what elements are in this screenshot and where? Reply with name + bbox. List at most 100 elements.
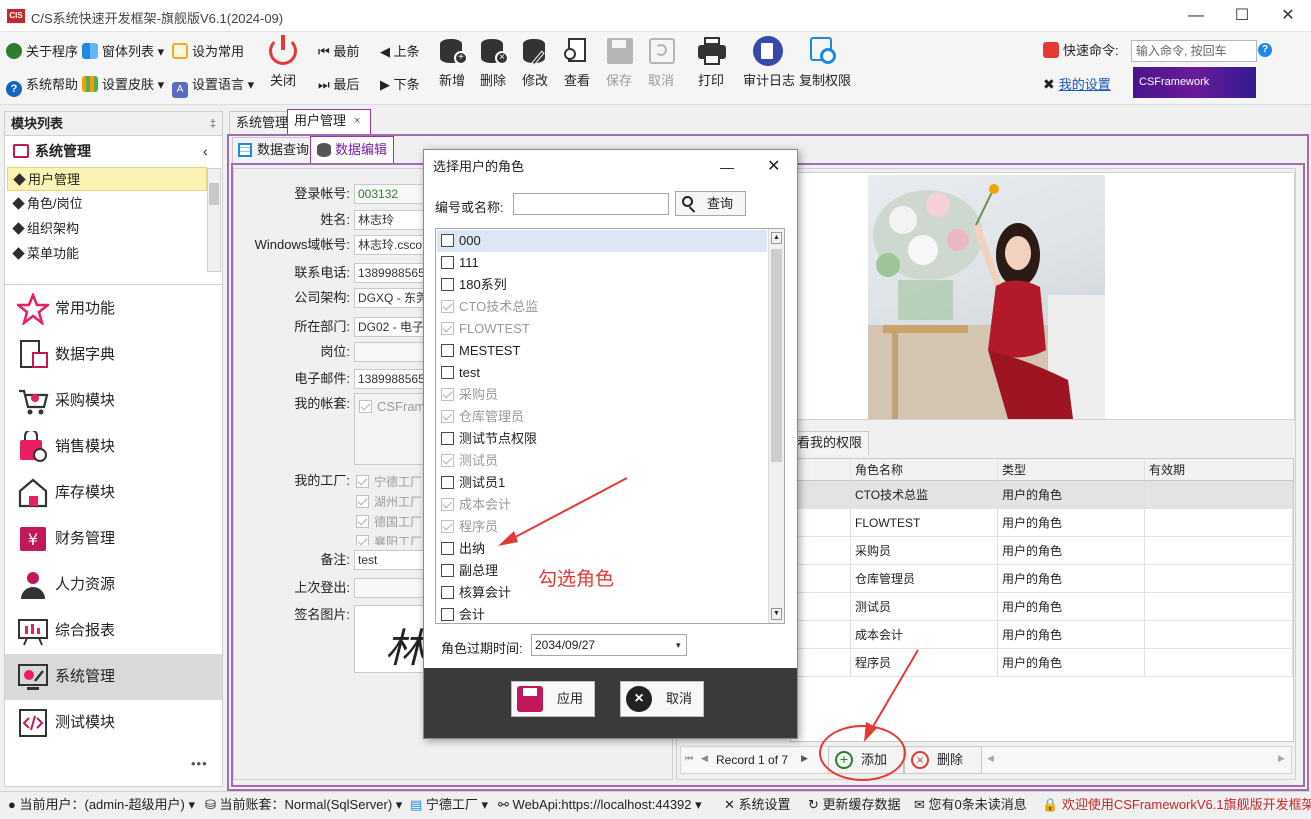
status-refresh[interactable]: ↻ 更新缓存数据 <box>808 792 901 818</box>
dropdown-icon[interactable]: ▾ <box>676 635 681 655</box>
company-field[interactable]: DGXQ - 东莞 <box>354 288 434 308</box>
nav-test[interactable]: 测试模块 <box>5 700 222 746</box>
scroll-thumb[interactable] <box>771 249 782 462</box>
domain-field[interactable]: 林志玲.csco <box>354 235 434 255</box>
first-record-button[interactable]: ⏮ 最前 <box>318 42 359 62</box>
close-form-button[interactable]: 关闭 <box>262 35 304 94</box>
next-record-button[interactable]: ▶ 下条 <box>380 75 420 95</box>
maximize-button[interactable]: ☐ <box>1219 0 1265 32</box>
skin-button[interactable]: 设置皮肤 ▾ <box>82 75 164 95</box>
quick-command-input[interactable]: 输入命令, 按回车 <box>1131 40 1257 62</box>
status-factory[interactable]: ▤ 宁德工厂 ▾ <box>410 792 488 818</box>
column-type[interactable]: 类型 <box>998 459 1145 480</box>
scroll-right-icon[interactable]: ▶ <box>1278 753 1285 764</box>
role-checklist-item[interactable]: 测试节点权限 <box>437 428 767 450</box>
table-row[interactable]: 采购员 用户的角色 <box>791 537 1293 565</box>
checkbox[interactable] <box>441 344 454 357</box>
nav-inventory[interactable]: 库存模块 <box>5 470 222 516</box>
checkbox[interactable] <box>441 542 454 555</box>
status-user[interactable]: ● 当前用户：(admin-超级用户) ▾ <box>8 792 195 818</box>
tab-my-permissions[interactable]: 看我的权限 <box>790 431 870 455</box>
last-logout-field[interactable] <box>354 578 434 598</box>
status-account[interactable]: ⛁ 当前账套：Normal(SqlServer) ▾ <box>205 792 402 818</box>
close-window-button[interactable]: ✕ <box>1265 0 1311 32</box>
table-row[interactable]: FLOWTEST 用户的角色 <box>791 509 1293 537</box>
checkbox[interactable] <box>441 366 454 379</box>
help-circle-icon[interactable]: ? <box>1258 43 1272 57</box>
nav-sales[interactable]: 销售模块 <box>5 424 222 470</box>
role-checklist-item[interactable]: 测试员1 <box>437 472 767 494</box>
table-row[interactable]: 仓库管理员 用户的角色 <box>791 565 1293 593</box>
nav-next-icon[interactable]: ▶ <box>801 753 808 764</box>
checkbox[interactable] <box>441 234 454 247</box>
edit-button[interactable]: 修改 <box>514 36 556 94</box>
checkbox[interactable] <box>441 454 454 467</box>
role-checklist-item[interactable]: 成本会计 <box>437 494 767 516</box>
nav-system[interactable]: 系统管理 <box>5 654 222 700</box>
cancel-button[interactable]: 取消 <box>640 36 682 94</box>
role-checklist-item[interactable]: 测试员 <box>437 450 767 472</box>
checkbox[interactable] <box>441 388 454 401</box>
window-list-button[interactable]: 窗体列表 ▾ <box>82 42 164 62</box>
role-checklist-item[interactable]: 出纳 <box>437 538 767 560</box>
nav-reports[interactable]: 综合报表 <box>5 608 222 654</box>
table-row[interactable]: 程序员 用户的角色 <box>791 649 1293 677</box>
tree-item-user-management[interactable]: 用户管理 <box>7 167 207 191</box>
account-list[interactable]: CSFrame <box>354 393 434 465</box>
query-button[interactable]: 查询 <box>675 191 746 216</box>
tree-item-roles[interactable]: 角色/岗位 <box>7 192 207 216</box>
role-checklist-item[interactable]: 仓库管理员 <box>437 406 767 428</box>
tab-close-icon[interactable]: × <box>354 110 360 132</box>
phone-field[interactable]: 13899885656 <box>354 263 434 283</box>
pin-icon[interactable]: ‡ <box>210 112 216 136</box>
nav-dictionary[interactable]: 数据字典 <box>5 332 222 378</box>
section-system-admin[interactable]: 系统管理 ‹ <box>5 138 222 164</box>
position-field[interactable] <box>354 342 434 362</box>
checkbox[interactable] <box>441 586 454 599</box>
tab-user-management[interactable]: 用户管理 × <box>287 109 372 135</box>
more-button[interactable]: ••• <box>191 756 208 771</box>
checkbox[interactable] <box>441 410 454 423</box>
role-checklist-item[interactable]: 程序员 <box>437 516 767 538</box>
checkbox[interactable] <box>441 498 454 511</box>
copy-permission-button[interactable]: 复制权限 <box>799 36 851 94</box>
tab-system-admin[interactable]: 系统管理 <box>229 111 296 135</box>
expire-date-picker[interactable]: 2034/09/27 ▾ <box>531 634 687 656</box>
tree-scrollbar[interactable] <box>207 168 221 272</box>
role-checklist-item[interactable]: 采购员 <box>437 384 767 406</box>
nav-common[interactable]: 常用功能 <box>5 286 222 332</box>
print-button[interactable]: 打印 <box>690 36 732 94</box>
remark-field[interactable]: test <box>354 550 434 570</box>
department-field[interactable]: DG02 - 电子 <box>354 317 434 337</box>
column-expiry[interactable]: 有效期 <box>1145 459 1293 480</box>
table-row[interactable]: CTO技术总监 用户的角色 <box>791 481 1293 509</box>
audit-log-button[interactable]: 审计日志 <box>743 36 795 94</box>
dialog-close-icon[interactable]: ✕ <box>767 150 780 184</box>
grid-delete-button[interactable]: × 删除 <box>904 746 982 774</box>
role-checklist-item[interactable]: FLOWTEST <box>437 318 767 340</box>
apply-button[interactable]: 应用 <box>511 681 595 717</box>
dialog-cancel-button[interactable]: × 取消 <box>620 681 704 717</box>
checkbox[interactable] <box>441 564 454 577</box>
table-row[interactable]: 测试员 用户的角色 <box>791 593 1293 621</box>
dialog-minimize-icon[interactable]: — <box>720 150 734 184</box>
role-checklist-item[interactable]: CTO技术总监 <box>437 296 767 318</box>
status-settings[interactable]: ✕ 系统设置 <box>724 792 791 818</box>
status-webapi[interactable]: ⚯ WebApi:https://localhost:44392 ▾ <box>498 792 702 818</box>
nav-prev-icon[interactable]: ◀ <box>701 753 708 764</box>
role-checklist-item[interactable]: test <box>437 362 767 384</box>
search-input[interactable] <box>513 193 669 215</box>
my-settings-link[interactable]: ✖ 我的设置 <box>1043 74 1111 94</box>
name-field[interactable]: 林志玲 <box>354 210 434 230</box>
checkbox[interactable] <box>441 256 454 269</box>
set-favorite-button[interactable]: 设为常用 <box>172 42 244 62</box>
status-messages[interactable]: ✉ 您有0条未读消息 <box>914 792 1027 818</box>
checkbox[interactable] <box>441 300 454 313</box>
scroll-left-icon[interactable]: ◀ <box>987 753 994 764</box>
checkbox[interactable] <box>441 322 454 335</box>
checkbox[interactable] <box>441 476 454 489</box>
tree-item-menu[interactable]: 菜单功能 <box>7 242 207 266</box>
factory-list[interactable]: 宁德工厂 湖州工厂 德国工厂 襄阳工厂 <box>354 469 434 545</box>
minimize-button[interactable]: — <box>1173 0 1219 32</box>
tree-item-org[interactable]: 组织架构 <box>7 217 207 241</box>
